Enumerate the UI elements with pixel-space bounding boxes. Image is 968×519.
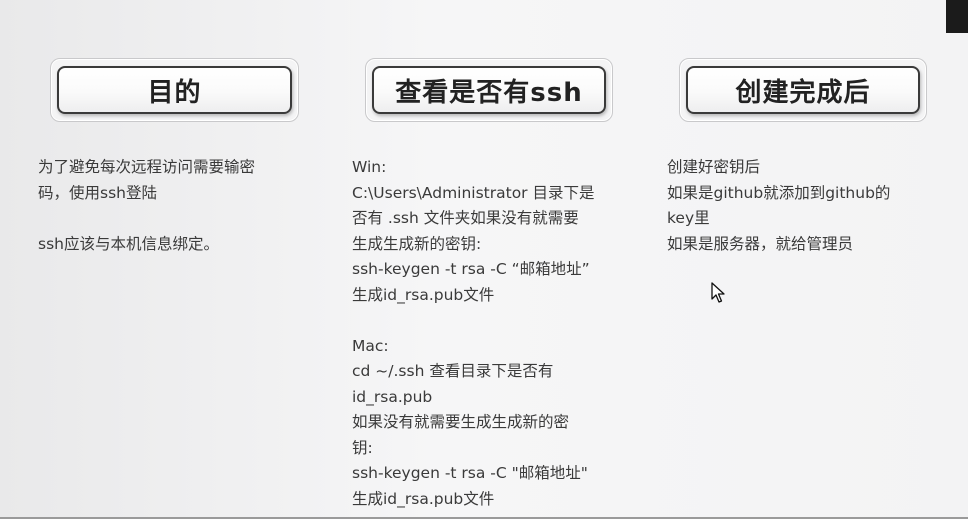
text-line: ssh应该与本机信息绑定。 — [38, 234, 219, 253]
corner-block — [946, 0, 968, 33]
mouse-pointer-icon — [711, 282, 725, 303]
check-ssh-text: Win: C:\Users\Administrator 目录下是 否有 .ssh… — [352, 155, 594, 512]
text-line: 如果没有就需要生成生成新的密 — [352, 413, 570, 431]
text-line: id_rsa.pub — [352, 387, 433, 406]
text-line: 生成id_rsa.pub文件 — [352, 285, 495, 304]
header-frame-after-creation: 创建完成后 — [679, 58, 927, 122]
text-line: 如果是服务器，就给管理员 — [667, 234, 854, 253]
text-line: 码，使用ssh登陆 — [38, 183, 157, 202]
text-line: 生成id_rsa.pub文件 — [352, 489, 495, 508]
text-line: Win: — [352, 158, 387, 176]
text-line: 生成生成新的密钥: — [352, 234, 482, 253]
text-line: ssh-keygen -t rsa -C "邮箱地址" — [352, 464, 588, 482]
text-line: key里 — [667, 209, 710, 227]
heading-check-ssh: 查看是否有ssh — [372, 66, 606, 114]
heading-after-creation: 创建完成后 — [686, 66, 920, 114]
heading-purpose: 目的 — [57, 66, 292, 114]
header-frame-purpose: 目的 — [50, 58, 299, 122]
text-line: ssh-keygen -t rsa -C “邮箱地址” — [352, 260, 590, 278]
text-line: C:\Users\Administrator 目录下是 — [352, 183, 595, 202]
text-line: Mac: — [352, 336, 389, 355]
after-creation-text: 创建好密钥后 如果是github就添加到github的 key里 如果是服务器，… — [667, 155, 890, 257]
slide: 目的 查看是否有ssh 创建完成后 为了避免每次远程访问需要输密 码，使用ssh… — [0, 0, 968, 517]
text-line: cd ~/.ssh 查看目录下是否有 — [352, 362, 554, 380]
text-line: 为了避免每次远程访问需要输密 — [38, 158, 256, 176]
header-frame-check-ssh: 查看是否有ssh — [365, 58, 613, 122]
purpose-text: 为了避免每次远程访问需要输密 码，使用ssh登陆 ssh应该与本机信息绑定。 — [38, 155, 255, 257]
text-line: 否有 .ssh 文件夹如果没有就需要 — [352, 209, 579, 227]
text-line: 创建好密钥后 — [667, 158, 761, 176]
text-line: 如果是github就添加到github的 — [667, 183, 891, 202]
text-line: 钥: — [352, 438, 373, 457]
